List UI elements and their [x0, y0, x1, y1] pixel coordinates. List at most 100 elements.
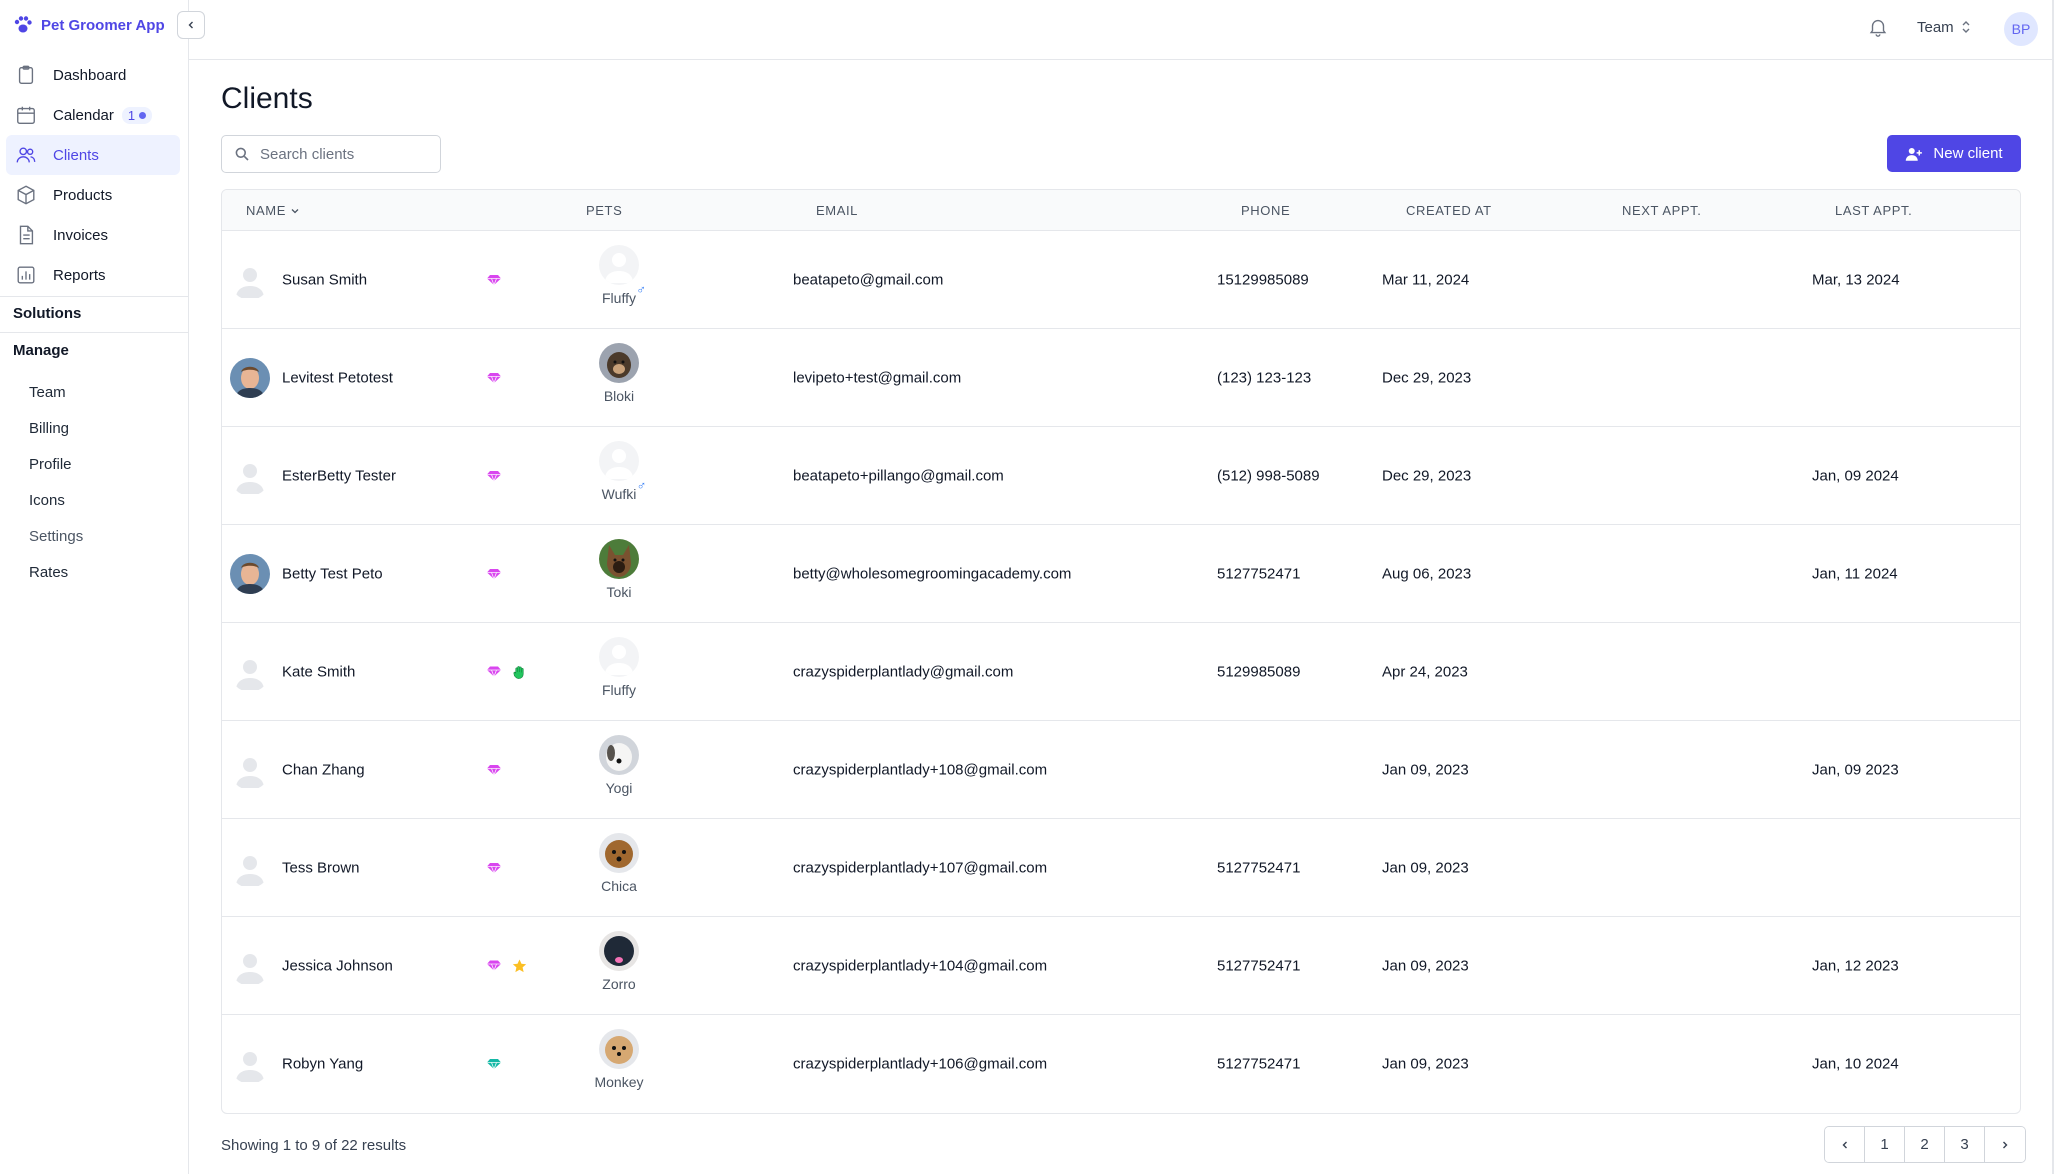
- table-row[interactable]: Susan Smith Fluffy ♂ beatapeto@gmail.com …: [222, 231, 2020, 329]
- pet-chip[interactable]: Chica: [579, 833, 659, 895]
- nav-item-clients[interactable]: Clients: [6, 135, 180, 175]
- client-tags: [487, 372, 501, 384]
- pet-name-text: Fluffy: [602, 290, 636, 306]
- client-name[interactable]: Betty Test Peto: [282, 565, 383, 582]
- main-nav: Dashboard Calendar 1 Clients Products In…: [6, 55, 180, 295]
- client-name[interactable]: Kate Smith: [282, 663, 355, 680]
- client-last-appt: Jan, 10 2024: [1812, 1055, 1899, 1073]
- search-icon: [235, 147, 249, 161]
- pet-name-text: Bloki: [603, 388, 635, 404]
- client-name[interactable]: Robyn Yang: [282, 1056, 363, 1073]
- pet-name: Bloki: [604, 388, 634, 404]
- nav-item-reports[interactable]: Reports: [6, 255, 180, 295]
- pet-photo: [599, 1029, 639, 1069]
- nav-label: Invoices: [53, 226, 109, 244]
- badge-count: 1: [127, 107, 136, 123]
- client-name[interactable]: Tess Brown: [282, 859, 360, 876]
- page-3-button[interactable]: 3: [1945, 1127, 1985, 1162]
- client-last-appt: Jan, 09 2023: [1812, 761, 1899, 778]
- header-name[interactable]: NAME: [246, 203, 300, 218]
- manage-item-settings[interactable]: Settings: [29, 518, 83, 554]
- pet-name-text: Fluffy: [602, 682, 636, 698]
- pet-chip[interactable]: Yogi: [579, 735, 659, 797]
- user-avatar[interactable]: BP: [2004, 12, 2038, 46]
- manage-item-billing[interactable]: Billing: [29, 410, 83, 446]
- section-solutions[interactable]: Solutions: [13, 305, 81, 322]
- next-page-button[interactable]: [1985, 1127, 2025, 1162]
- badge-dot: [139, 111, 147, 119]
- client-name[interactable]: Levitest Petotest: [282, 369, 393, 386]
- pagination: 1 2 3: [1824, 1126, 2026, 1163]
- brand[interactable]: Pet Groomer App: [13, 13, 165, 37]
- header-next-appt: NEXT APPT.: [1622, 203, 1702, 218]
- table-row[interactable]: Jessica Johnson Zorro crazyspiderplantla…: [222, 917, 2020, 1015]
- chevron-down-icon: [291, 208, 299, 213]
- nav-item-products[interactable]: Products: [6, 175, 180, 215]
- bell-icon[interactable]: [1867, 16, 1889, 38]
- client-name[interactable]: EsterBetty Tester: [282, 467, 396, 484]
- prev-page-button[interactable]: [1825, 1127, 1865, 1162]
- pet-name: Yogi: [606, 780, 633, 796]
- pet-name-text: Chica: [601, 878, 637, 894]
- client-tags: [487, 568, 501, 580]
- pet-name-text: Yogi: [605, 780, 633, 796]
- gem-icon: [487, 862, 501, 874]
- client-name[interactable]: Chan Zhang: [282, 761, 365, 778]
- table-row[interactable]: Betty Test Peto Toki betty@wholesomegroo…: [222, 525, 2020, 623]
- nav-item-calendar[interactable]: Calendar 1: [6, 95, 180, 135]
- client-created-at: Jan 09, 2023: [1382, 957, 1469, 974]
- client-last-appt: Jan, 09 2024: [1812, 467, 1899, 484]
- pet-chip[interactable]: Zorro: [579, 931, 659, 993]
- client-avatar: [230, 749, 270, 790]
- page-2-button[interactable]: 2: [1905, 1127, 1945, 1162]
- pet-chip[interactable]: Monkey: [579, 1029, 659, 1091]
- search-input[interactable]: [260, 145, 430, 163]
- header-created-at: CREATED AT: [1406, 203, 1492, 218]
- nav-label: Products: [53, 186, 113, 204]
- search-box[interactable]: [221, 135, 441, 173]
- table-body: Susan Smith Fluffy ♂ beatapeto@gmail.com …: [222, 231, 2020, 1113]
- table-row[interactable]: Robyn Yang Monkey crazyspiderplantlady+1…: [222, 1015, 2020, 1113]
- pet-chip[interactable]: Fluffy: [579, 637, 659, 699]
- gem-icon: [487, 666, 501, 678]
- pet-name: Fluffy: [602, 682, 636, 698]
- manage-item-icons[interactable]: Icons: [29, 482, 83, 518]
- nav-item-invoices[interactable]: Invoices: [6, 215, 180, 255]
- chevron-left-icon: [188, 21, 193, 29]
- male-gender-icon: ♂: [636, 478, 647, 493]
- pet-chip[interactable]: Fluffy ♂: [579, 245, 659, 307]
- client-email: levipeto+test@gmail.com: [793, 369, 962, 386]
- manage-item-team[interactable]: Team: [29, 374, 83, 410]
- client-tags: [487, 958, 527, 973]
- table-row[interactable]: Kate Smith Fluffy crazyspiderplantlady@g…: [222, 623, 2020, 721]
- section-manage[interactable]: Manage: [13, 342, 69, 359]
- collapse-sidebar-button[interactable]: [177, 11, 205, 39]
- team-selector[interactable]: Team: [1917, 16, 1972, 38]
- pet-chip[interactable]: Toki: [579, 539, 659, 601]
- new-client-button[interactable]: New client: [1887, 135, 2021, 172]
- client-name[interactable]: Susan Smith: [282, 271, 367, 288]
- pet-name: Zorro: [602, 976, 635, 992]
- sidebar: Pet Groomer App Dashboard Calendar 1 Cli…: [0, 0, 189, 1174]
- nav-item-dashboard[interactable]: Dashboard: [6, 55, 180, 95]
- pet-chip[interactable]: Bloki: [579, 343, 659, 405]
- client-name[interactable]: Jessica Johnson: [282, 957, 393, 974]
- page-1-button[interactable]: 1: [1865, 1127, 1905, 1162]
- manage-item-rates[interactable]: Rates: [29, 554, 83, 590]
- nav-label: Reports: [53, 266, 106, 284]
- client-avatar: [230, 847, 270, 888]
- client-created-at: Mar 11, 2024: [1382, 271, 1470, 288]
- pet-chip[interactable]: Wufki ♂: [579, 441, 659, 503]
- manage-item-profile[interactable]: Profile: [29, 446, 83, 482]
- user-plus-icon: [1906, 147, 1923, 161]
- client-last-appt: Mar, 13 2024: [1812, 271, 1900, 288]
- client-email: crazyspiderplantlady@gmail.com: [793, 663, 1014, 680]
- table-row[interactable]: Levitest Petotest Bloki levipeto+test@gm…: [222, 329, 2020, 427]
- client-avatar: [230, 945, 270, 986]
- client-created-at: Jan 09, 2023: [1382, 1055, 1469, 1073]
- table-row[interactable]: Tess Brown Chica crazyspiderplantlady+10…: [222, 819, 2020, 917]
- table-row[interactable]: Chan Zhang Yogi crazyspiderplantlady+108…: [222, 721, 2020, 819]
- table-row[interactable]: EsterBetty Tester Wufki ♂ beatapeto+pilla…: [222, 427, 2020, 525]
- client-email: beatapeto@gmail.com: [793, 271, 944, 288]
- client-phone: 5127752471: [1217, 565, 1301, 582]
